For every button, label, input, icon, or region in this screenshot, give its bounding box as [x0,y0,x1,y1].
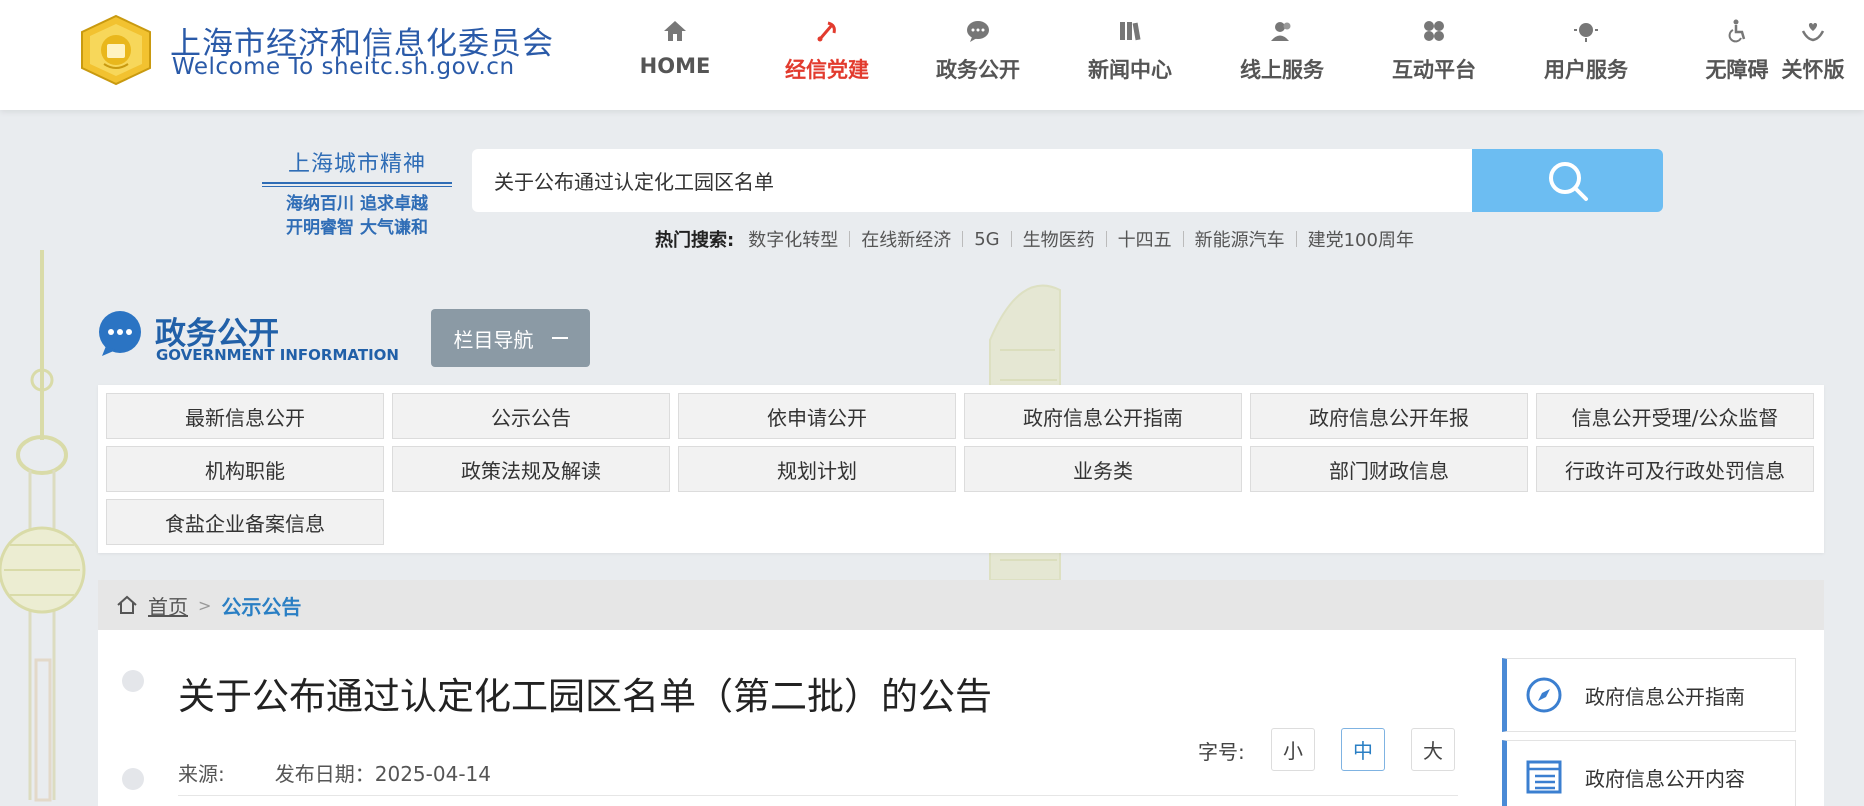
article-date: 发布日期：2025-04-14 [274,762,491,786]
nav-label: 线上服务 [1240,58,1324,82]
article-source: 来源: [178,762,225,786]
nav-online-service[interactable]: 线上服务 [1235,18,1329,90]
hot-search-term[interactable]: 在线新经济 [861,226,951,252]
compass-icon [1526,677,1562,713]
hot-search-label: 热门搜索: [655,230,735,251]
column-nav-toggle-button[interactable]: 栏目导航 [431,309,590,367]
spirit-title: 上海城市精神 [287,152,426,177]
site-header: 上海市经济和信息化委员会 Welcome To sheitc.sh.gov.cn… [0,0,1864,110]
chat-bubble-icon [967,21,989,42]
nav-home[interactable]: HOME [638,18,712,90]
hot-search-term[interactable]: 数字化转型 [748,226,838,252]
category-on-request[interactable]: 依申请公开 [678,393,956,439]
spirit-line-1: 海纳百川 追求卓越 [286,194,428,214]
hot-search: 热门搜索: 数字化转型 在线新经济 5G 生物医药 十四五 新能源汽车 建党10… [655,226,1414,252]
nav-label: 经信党建 [785,58,869,82]
shanghai-spirit-logo: 上海城市精神 海纳百川 追求卓越 开明睿智 大气谦和 [262,146,452,240]
divider [1105,231,1107,247]
category-policies[interactable]: 政策法规及解读 [392,446,670,492]
nav-gov-info[interactable]: 政务公开 [931,18,1025,90]
search-icon [1548,161,1588,201]
search-input[interactable] [472,149,1472,212]
oriental-pearl-tower-illustration [0,250,86,802]
nav-label: 用户服务 [1544,58,1628,82]
category-finance-info[interactable]: 部门财政信息 [1250,446,1528,492]
breadcrumb-home-link[interactable]: 首页 [148,591,188,620]
care-hands-icon [1801,23,1825,42]
font-size-small-button[interactable]: 小 [1271,728,1315,771]
breadcrumb: 首页 > 公示公告 [98,580,1824,630]
nav-accessibility[interactable]: 无障碍 [1702,18,1772,90]
sidebar-link-label: 政府信息公开内容 [1585,766,1745,791]
nav-label: 互动平台 [1392,58,1476,82]
article-meta: 来源: 发布日期：2025-04-14 [178,758,491,787]
section-subtitle: GOVERNMENT INFORMATION [156,346,399,364]
books-icon [1120,22,1141,41]
category-panel: 最新信息公开 公示公告 依申请公开 政府信息公开指南 政府信息公开年报 信息公开… [98,385,1824,553]
category-disclosure-guide[interactable]: 政府信息公开指南 [964,393,1242,439]
divider [962,231,964,247]
home-icon [117,595,137,614]
category-planning[interactable]: 规划计划 [678,446,956,492]
home-icon [664,21,686,41]
accessibility-icon [1728,19,1746,43]
breadcrumb-separator: > [198,595,212,615]
category-annual-report[interactable]: 政府信息公开年报 [1250,393,1528,439]
nav-interactive[interactable]: 互动平台 [1387,18,1481,90]
hot-search-term[interactable]: 十四五 [1118,226,1172,252]
hot-search-term[interactable]: 新能源汽车 [1195,226,1285,252]
nav-user-service[interactable]: 用户服务 [1539,18,1633,90]
sidebar-link-label: 政府信息公开指南 [1585,684,1745,709]
category-license-penalty[interactable]: 行政许可及行政处罚信息 [1536,446,1814,492]
nav-label: 无障碍 [1705,58,1769,82]
users-icon [1271,22,1291,41]
sidebar-link-disclosure-guide[interactable]: 政府信息公开指南 [1502,658,1796,732]
hot-search-term[interactable]: 生物医药 [1023,226,1095,252]
divider [849,231,851,247]
divider [178,795,1458,796]
font-size-label: 字号: [1198,740,1245,764]
nav-label: 关怀版 [1781,58,1845,82]
list-icon [1526,760,1562,794]
globe-icon [1574,23,1598,42]
nav-care-version[interactable]: 关怀版 [1778,18,1848,90]
collapse-icon [551,337,568,339]
divider [262,182,452,184]
sheitc-emblem-icon[interactable] [76,14,156,86]
article-content: 关于公布通过认定化工园区名单（第二批）的公告 来源: 发布日期：2025-04-1… [98,630,1824,806]
category-institution-functions[interactable]: 机构职能 [106,446,384,492]
font-size-medium-button[interactable]: 中 [1341,728,1385,771]
nav-label: HOME [639,54,711,78]
nav-news[interactable]: 新闻中心 [1083,18,1177,90]
puzzle-icon [1424,21,1444,41]
search-button[interactable] [1472,149,1663,212]
spirit-line-2: 开明睿智 大气谦和 [286,218,428,238]
nav-party-building[interactable]: 经信党建 [780,18,874,90]
category-announcements[interactable]: 公示公告 [392,393,670,439]
divider [1295,231,1297,247]
divider [262,186,452,187]
party-emblem-icon [817,21,836,42]
font-size-large-button[interactable]: 大 [1411,728,1455,771]
category-latest-info[interactable]: 最新信息公开 [106,393,384,439]
decorative-dot [122,768,144,790]
nav-label: 新闻中心 [1088,58,1172,82]
category-public-supervision[interactable]: 信息公开受理/公众监督 [1536,393,1814,439]
decorative-dot [122,670,144,692]
column-nav-label: 栏目导航 [453,327,534,352]
site-name-en[interactable]: Welcome To sheitc.sh.gov.cn [172,54,515,80]
breadcrumb-current[interactable]: 公示公告 [221,591,301,620]
divider [1010,231,1012,247]
hot-search-term[interactable]: 建党100周年 [1308,226,1414,252]
sidebar-link-disclosure-content[interactable]: 政府信息公开内容 [1502,740,1796,806]
nav-label: 政务公开 [936,58,1020,82]
article-title: 关于公布通过认定化工园区名单（第二批）的公告 [178,675,992,718]
chat-bubble-icon [99,311,141,356]
search-box [472,149,1472,212]
category-salt-enterprise[interactable]: 食盐企业备案信息 [106,499,384,545]
divider [1182,231,1184,247]
hot-search-term[interactable]: 5G [974,229,999,250]
category-business[interactable]: 业务类 [964,446,1242,492]
